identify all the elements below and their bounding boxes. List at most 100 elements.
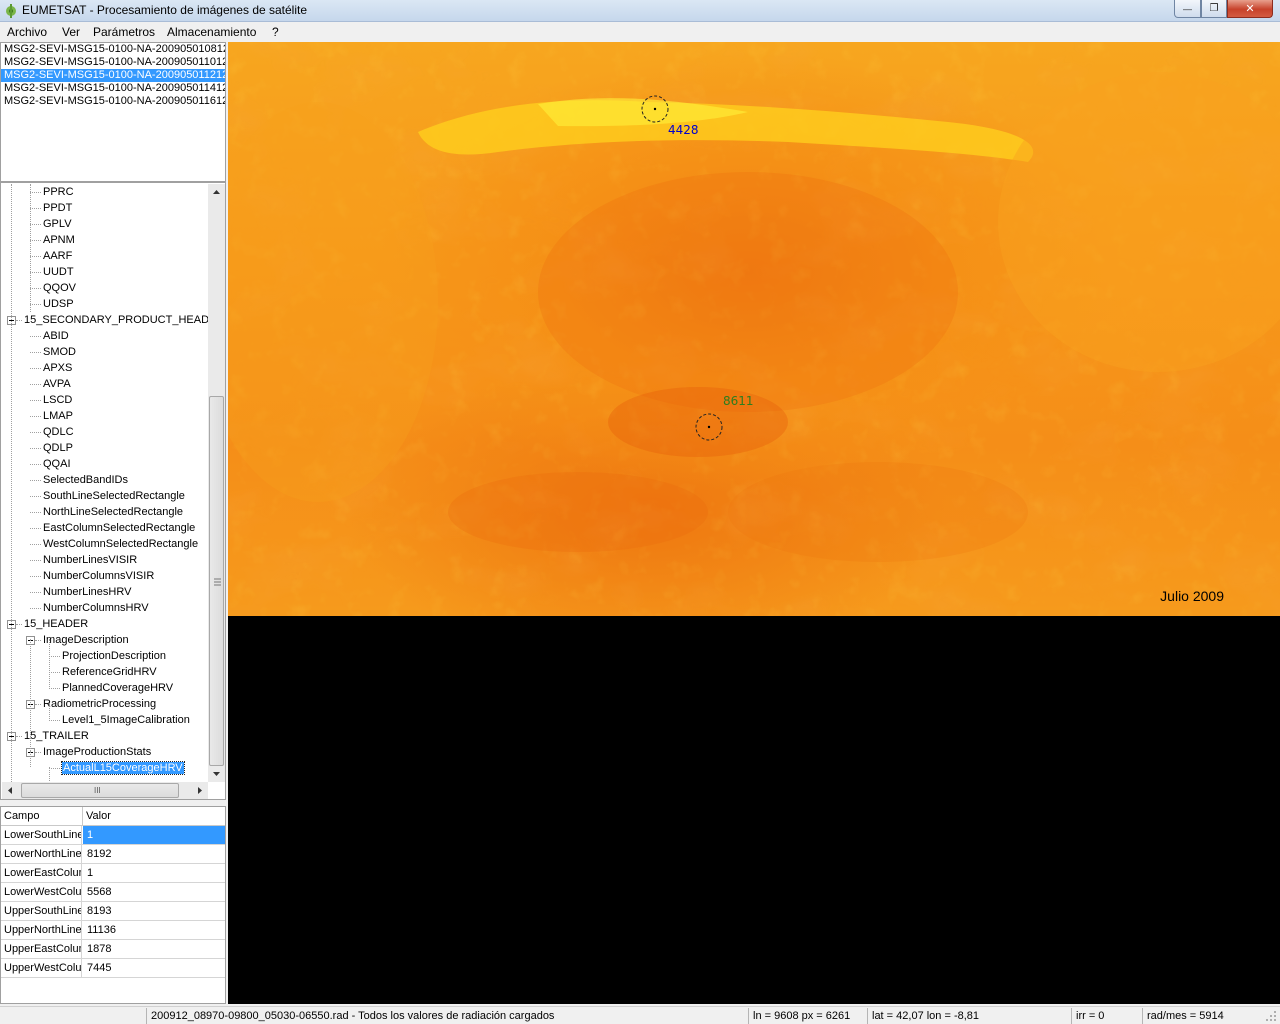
- file-list-item[interactable]: MSG2-SEVI-MSG15-0100-NA-20090501161242: [1, 95, 225, 108]
- scroll-right-icon[interactable]: [191, 782, 208, 799]
- tree-connector: [30, 560, 41, 561]
- grid-row[interactable]: LowerSouthLine 1: [1, 826, 225, 845]
- grid-row[interactable]: UpperSouthLine 8193: [1, 902, 225, 921]
- scroll-left-icon[interactable]: [2, 782, 19, 799]
- tree-node[interactable]: UUDT: [43, 264, 74, 280]
- image-viewport[interactable]: 4428 8611 Julio 2009: [228, 42, 1280, 1004]
- grid-value-cell[interactable]: 8193: [83, 902, 225, 920]
- grid-value-cell[interactable]: 1: [83, 864, 225, 882]
- tree-node[interactable]: QQAI: [43, 456, 71, 472]
- menu-help[interactable]: ?: [272, 25, 279, 39]
- tree-vertical-scrollbar[interactable]: [208, 184, 225, 782]
- tree-node[interactable]: NumberColumnsVISIR: [43, 568, 154, 584]
- tree-connector: [49, 720, 60, 721]
- menu-almacenamiento[interactable]: Almacenamiento: [167, 25, 256, 39]
- tree-node[interactable]: APNM: [43, 232, 75, 248]
- tree-node[interactable]: ProjectionDescription: [62, 648, 166, 664]
- grid-value-cell[interactable]: 1: [83, 826, 225, 844]
- status-radiance: rad/mes = 5914: [1142, 1008, 1242, 1024]
- scroll-up-icon[interactable]: [208, 184, 225, 201]
- tree-node-label: NumberColumnsVISIR: [43, 570, 155, 582]
- tree-node[interactable]: ReferenceGridHRV: [62, 664, 157, 680]
- grid-row[interactable]: LowerEastColumn1: [1, 864, 225, 883]
- satellite-image[interactable]: 4428 8611 Julio 2009: [228, 42, 1280, 616]
- file-list[interactable]: MSG2-SEVI-MSG15-0100-NA-20090501081242 MS…: [0, 42, 226, 182]
- restore-button[interactable]: ❐: [1201, 0, 1227, 18]
- tree-hscroll-thumb[interactable]: III: [21, 783, 179, 798]
- tree-node-label: APNM: [43, 234, 75, 246]
- tree-node[interactable]: EastColumnSelectedRectangle: [43, 520, 195, 536]
- grid-row[interactable]: UpperWestColumn7445: [1, 959, 225, 978]
- tree-node[interactable]: QDLP: [43, 440, 73, 456]
- grid-value-cell[interactable]: 7445: [83, 959, 225, 977]
- tree-node[interactable]: ImageProductionStats: [43, 744, 151, 760]
- tree-node[interactable]: UDSP: [43, 296, 74, 312]
- properties-grid[interactable]: Campo Valor LowerSouthLine 1 LowerNorthLin…: [0, 806, 226, 1004]
- tree-horizontal-scrollbar[interactable]: III: [2, 782, 208, 799]
- tree-node[interactable]: LSCD: [43, 392, 72, 408]
- file-list-item[interactable]: MSG2-SEVI-MSG15-0100-NA-20090501101242: [1, 56, 225, 69]
- tree-node[interactable]: SouthLineSelectedRectangle: [43, 488, 185, 504]
- grid-field-cell: UpperWestColumn: [1, 959, 82, 977]
- tree-node[interactable]: NorthLineSelectedRectangle: [43, 504, 183, 520]
- tree-node[interactable]: Level1_5ImageCalibration: [62, 712, 190, 728]
- close-button[interactable]: ✕: [1227, 0, 1273, 18]
- tree-node[interactable]: GPLV: [43, 216, 72, 232]
- tree-node[interactable]: NumberLinesVISIR: [43, 552, 137, 568]
- tree-node-label: SouthLineSelectedRectangle: [43, 490, 185, 502]
- grid-field-cell: LowerSouthLine: [1, 826, 82, 844]
- tree-connector: [30, 608, 41, 609]
- tree-node[interactable]: APXS: [43, 360, 72, 376]
- tree-connector: [30, 384, 41, 385]
- status-irradiance: irr = 0: [1071, 1008, 1141, 1024]
- menu-parametros[interactable]: Parámetros: [93, 25, 155, 39]
- grid-value-cell[interactable]: 8192: [83, 845, 225, 863]
- tree-node[interactable]: SMOD: [43, 344, 76, 360]
- tree-node[interactable]: ABID: [43, 328, 69, 344]
- tree-connector: [30, 192, 41, 193]
- tree-node-label: AVPA: [43, 378, 71, 390]
- file-list-item[interactable]: MSG2-SEVI-MSG15-0100-NA-20090501081242: [1, 43, 225, 56]
- grid-value-cell[interactable]: 11136: [83, 921, 225, 939]
- grip-icon: [214, 578, 221, 586]
- tree-node[interactable]: AVPA: [43, 376, 71, 392]
- tree-node-label: UUDT: [43, 266, 74, 278]
- tree-node[interactable]: SelectedBandIDs: [43, 472, 128, 488]
- resize-grip-icon[interactable]: [1264, 1009, 1278, 1023]
- grid-row[interactable]: LowerNorthLine 8192: [1, 845, 225, 864]
- header-tree[interactable]: PPRC PPDT GPLV APNM AARF UUDT QQOV UDSP 15_SECON…: [0, 182, 226, 800]
- menu-ver[interactable]: Ver: [62, 25, 80, 39]
- tree-node[interactable]: PPDT: [43, 200, 72, 216]
- tree-node[interactable]: NumberLinesHRV: [43, 584, 131, 600]
- tree-node[interactable]: NumberColumnsHRV: [43, 600, 149, 616]
- tree-node[interactable]: ImageDescription: [43, 632, 129, 648]
- tree-node[interactable]: 15_TRAILER: [24, 728, 89, 744]
- tree-node[interactable]: WestColumnSelectedRectangle: [43, 536, 198, 552]
- tree-node[interactable]: PlannedCoverageHRV: [62, 680, 173, 696]
- column-header-valor[interactable]: Valor: [83, 807, 225, 826]
- tree-node-label: RadiometricProcessing: [43, 698, 157, 710]
- column-header-campo[interactable]: Campo: [1, 807, 83, 826]
- file-list-item[interactable]: MSG2-SEVI-MSG15-0100-NA-20090501121242: [1, 69, 225, 82]
- tree-node[interactable]: 15_SECONDARY_PRODUCT_HEADER: [24, 312, 224, 328]
- tree-node[interactable]: AARF: [43, 248, 72, 264]
- tree-node[interactable]: QQOV: [43, 280, 76, 296]
- tree-node[interactable]: RadiometricProcessing: [43, 696, 156, 712]
- grid-value-cell[interactable]: 5568: [83, 883, 225, 901]
- tree-node[interactable]: ActualL15CoverageHRV: [61, 760, 185, 776]
- tree-connector: [49, 672, 60, 673]
- tree-node[interactable]: 15_HEADER: [24, 616, 88, 632]
- tree-node[interactable]: PPRC: [43, 184, 74, 200]
- grid-row[interactable]: LowerWestColumn5568: [1, 883, 225, 902]
- grid-row[interactable]: UpperNorthLine 11136: [1, 921, 225, 940]
- minimize-button[interactable]: —: [1174, 0, 1201, 18]
- menu-archivo[interactable]: Archivo: [7, 25, 47, 39]
- file-list-item[interactable]: MSG2-SEVI-MSG15-0100-NA-20090501141242: [1, 82, 225, 95]
- scroll-down-icon[interactable]: [208, 765, 225, 782]
- tree-node-label: APXS: [43, 362, 73, 374]
- grid-value-cell[interactable]: 1878: [83, 940, 225, 958]
- tree-node[interactable]: QDLC: [43, 424, 74, 440]
- tree-vscroll-thumb[interactable]: [209, 396, 224, 766]
- grid-row[interactable]: UpperEastColumn1878: [1, 940, 225, 959]
- tree-node[interactable]: LMAP: [43, 408, 73, 424]
